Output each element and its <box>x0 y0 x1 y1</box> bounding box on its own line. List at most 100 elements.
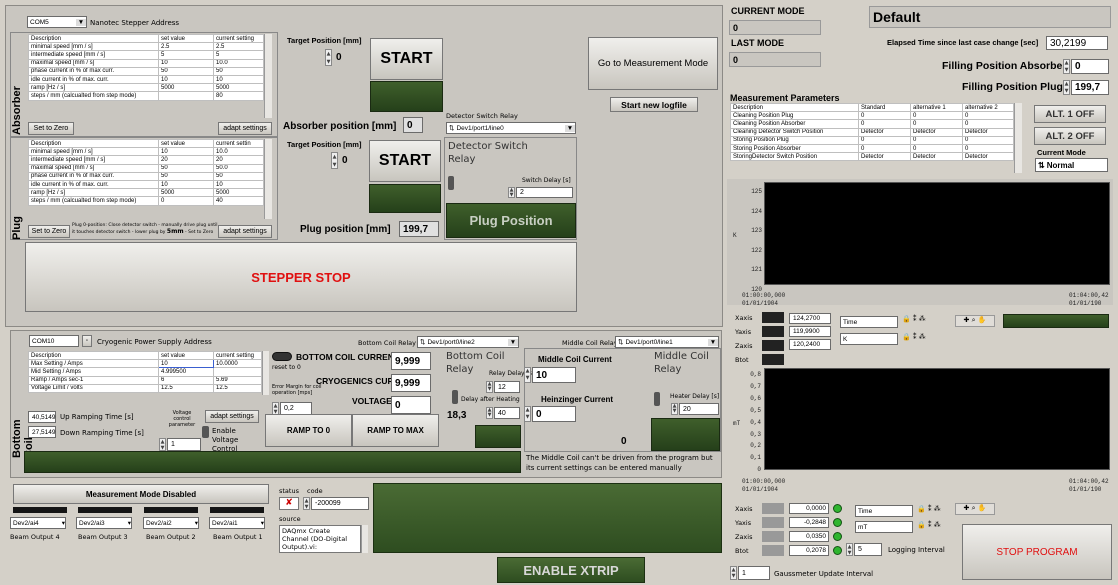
absorber-table-scrollbar[interactable] <box>264 34 272 118</box>
cell[interactable]: 0 <box>158 196 214 206</box>
bottom-coil-relay-switch[interactable] <box>452 390 458 404</box>
xaxis-line-icon[interactable] <box>762 312 784 323</box>
plot2-y-format-icon[interactable]: 🔒 ⁑ ⁂ <box>917 521 947 533</box>
plot1-area[interactable] <box>764 182 1110 285</box>
cell[interactable]: 0 <box>962 111 1014 121</box>
cell[interactable]: 5000 <box>158 83 214 93</box>
cryo-com-select[interactable]: COM10 <box>29 335 79 347</box>
table-row[interactable]: maximal speed [mm / s] 50 50.0 <box>28 163 264 173</box>
plug-start-button[interactable]: START <box>369 140 441 182</box>
voltage-control-spinner[interactable]: ▲ ▼ <box>159 438 166 451</box>
cell[interactable]: 6 <box>158 375 214 385</box>
table-row[interactable]: minimal speed [mm / s] 2.5 2.5 <box>28 42 264 52</box>
middle-coil-current-spinner[interactable]: ▲ ▼ <box>524 367 531 383</box>
xaxis-line-icon[interactable] <box>762 503 784 514</box>
cryo-adapt-settings-button[interactable]: adapt settings <box>205 410 259 423</box>
absorber-target-spinner[interactable]: ▲ ▼ <box>325 49 332 66</box>
measurement-params-table[interactable]: Description Standard alternative 1 alternat… <box>730 102 1014 162</box>
delay-after-heating-input[interactable]: 40 <box>494 407 520 419</box>
cell[interactable]: Detector <box>910 152 963 162</box>
plot2-x-format-icon[interactable]: 🔒 ⁑ ⁂ <box>917 505 947 517</box>
cell[interactable]: 0 <box>858 119 911 129</box>
beam-output-1-select[interactable]: Dev2/ai1 ▾ <box>209 517 265 529</box>
beam-output-3-select[interactable]: Dev2/ai3 ▾ <box>76 517 132 529</box>
table-row[interactable]: phase current in % of max curr. 50 50 <box>28 171 264 181</box>
stepper-com-select[interactable]: COM5 ▼ <box>27 16 87 28</box>
heinzinger-current-input[interactable]: 0 <box>532 406 576 422</box>
cell[interactable]: 4.999500 <box>158 367 214 377</box>
measurement-mode-disabled-button[interactable]: Measurement Mode Disabled <box>13 484 269 504</box>
table-row[interactable]: Ramp / Amps sec-1 6 5.69 <box>28 375 262 385</box>
cryo-table[interactable]: Description set value current setting Max … <box>28 350 262 393</box>
table-row[interactable]: Mid Setting / Amps 4.999500 <box>28 367 262 377</box>
relay-delay-input[interactable]: 12 <box>494 381 520 393</box>
table-row[interactable]: StoringDetector Switch Position Detector D… <box>730 152 1014 162</box>
plot2-x-select[interactable]: Time <box>855 505 913 517</box>
cell[interactable]: 0 <box>858 135 911 145</box>
cell[interactable]: 10 <box>158 58 214 68</box>
table-row[interactable]: Max Setting / Amps 10 10.0000 <box>28 359 262 369</box>
table-row[interactable]: phase current in % of max curr. 50 50 <box>28 66 264 76</box>
cell[interactable]: 0 <box>910 119 963 129</box>
beam-output-4-select[interactable]: Dev2/ai4 ▾ <box>10 517 66 529</box>
filling-absorber-spinner[interactable]: ▲ ▼ <box>1063 59 1070 74</box>
detector-toggle-switch[interactable] <box>448 176 454 190</box>
cell[interactable]: 5000 <box>158 188 214 198</box>
cell[interactable]: Detector <box>858 127 911 137</box>
cell[interactable]: 5 <box>158 50 214 60</box>
ramp-to-max-button[interactable]: RAMP TO MAX <box>352 414 439 447</box>
plot2-y-select[interactable]: mT <box>855 521 913 533</box>
relay-delay-spinner[interactable]: ▲ ▼ <box>486 381 493 393</box>
cell[interactable]: Detector <box>858 152 911 162</box>
table-row[interactable]: Storing Position Plug 0 0 0 <box>730 135 1014 145</box>
table-row[interactable]: intermediate speed [mm / s] 20 20 <box>28 155 264 165</box>
table-row[interactable]: maximal speed [mm / s] 10 10.0 <box>28 58 264 68</box>
cell[interactable] <box>158 91 214 101</box>
cryo-table-scrollbar[interactable] <box>262 351 269 395</box>
cell[interactable]: Detector <box>910 127 963 137</box>
cell[interactable]: 0 <box>858 143 911 154</box>
delay-after-heating-spinner[interactable]: ▲ ▼ <box>486 407 493 419</box>
cell[interactable]: 0 <box>858 111 911 121</box>
plug-target-input[interactable]: 0 <box>339 152 365 169</box>
absorber-adapt-settings-button[interactable]: adapt settings <box>218 122 272 135</box>
cell[interactable]: 10 <box>158 179 214 190</box>
absorber-table[interactable]: Description set value current setting mini… <box>28 33 264 101</box>
cell[interactable]: 20 <box>158 155 214 165</box>
cell[interactable]: Detector <box>962 152 1014 162</box>
cell[interactable]: 0 <box>910 143 963 154</box>
plot1-x-format-icon[interactable]: 🔒 ⁑ ⁂ <box>902 315 932 327</box>
plot1-y-select[interactable]: K <box>840 333 898 345</box>
logging-interval-spinner[interactable]: ▲ ▼ <box>846 543 853 556</box>
plug-set-zero-button[interactable]: Set to Zero <box>28 225 70 238</box>
measurement-mode-button[interactable]: Go to Measurement Mode <box>588 37 718 90</box>
table-row[interactable]: Cleaning Position Absorber 0 0 0 <box>730 119 1014 129</box>
plot1-tools-icon[interactable]: ✚ ⌕ ✋ <box>955 315 995 327</box>
filling-plug-spinner[interactable]: ▲ ▼ <box>1063 80 1070 95</box>
table-row[interactable]: Cleaning Detector Switch Position Detecto… <box>730 127 1014 137</box>
gaussmeter-input[interactable]: 1 <box>738 566 770 580</box>
cell[interactable]: 10 <box>158 74 214 85</box>
logging-interval-input[interactable]: 5 <box>854 543 882 556</box>
plot2-area[interactable] <box>764 368 1110 470</box>
middle-coil-relay-switch[interactable] <box>654 392 660 406</box>
detector-relay-select[interactable]: ⇅ Dev1/port1/line0 ▼ <box>446 122 576 134</box>
detector-delay-input[interactable]: 2 <box>516 187 573 198</box>
cell[interactable]: 50 <box>158 163 214 173</box>
middle-coil-relay-select[interactable]: ⇅ Dev1/port0/line1 ▼ <box>615 336 719 348</box>
alt2-toggle-button[interactable]: ALT. 2 OFF <box>1034 127 1106 145</box>
voltage-control-input[interactable]: 1 <box>167 438 201 451</box>
bottom-coil-relay-select[interactable]: ⇅ Dev1/port0/line2 ▼ <box>417 336 519 348</box>
cell[interactable]: 12.5 <box>158 383 214 393</box>
table-row[interactable]: steps / mm (calcualted from step mode) 80 <box>28 91 264 101</box>
yaxis-line-icon[interactable] <box>762 517 784 528</box>
table-row[interactable]: steps / mm (calcualted from step mode) 0 4… <box>28 196 264 206</box>
enable-xtrip-button[interactable]: ENABLE XTRIP <box>497 557 645 583</box>
plot1-y-format-icon[interactable]: 🔒 ⁑ ⁂ <box>902 333 932 345</box>
table-row[interactable]: idle current in % of max. curr. 10 10 <box>28 179 264 190</box>
table-row[interactable]: Voltage Limit / volts 12.5 12.5 <box>28 383 262 393</box>
voltage-control-switch[interactable] <box>202 426 209 438</box>
filling-absorber-input[interactable]: 0 <box>1071 59 1109 74</box>
cell[interactable]: 0 <box>962 135 1014 145</box>
table-row[interactable]: idle current in % of max. curr. 10 10 <box>28 74 264 85</box>
